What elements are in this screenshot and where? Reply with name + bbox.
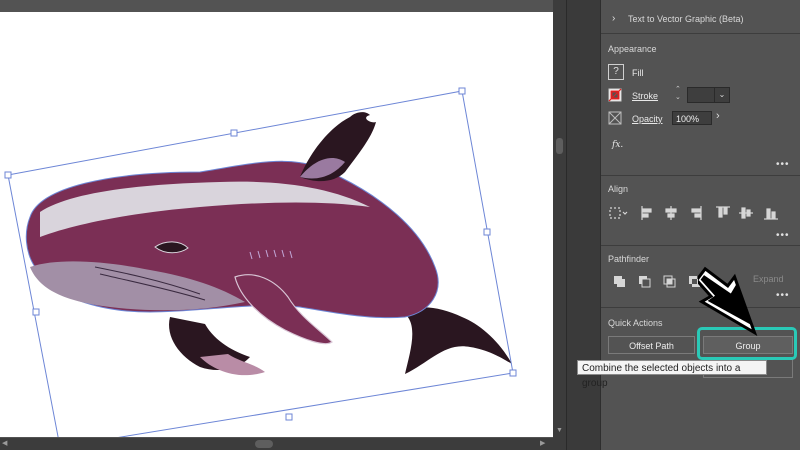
vertical-scrollbar[interactable]: ▼ xyxy=(553,0,566,438)
properties-panel: › Text to Vector Graphic (Beta) Appearan… xyxy=(600,0,800,450)
stroke-stepper-icon[interactable]: ⌃ ⌄ xyxy=(675,86,681,102)
scroll-left-arrow-icon[interactable]: ◀ xyxy=(2,440,7,448)
opacity-input[interactable]: 100% xyxy=(672,111,712,125)
opacity-label[interactable]: Opacity xyxy=(632,114,663,124)
stroke-label[interactable]: Stroke xyxy=(632,91,658,101)
pathfinder-more-icon[interactable]: ••• xyxy=(776,291,790,301)
align-horizontal-center-icon xyxy=(665,206,677,220)
unite-icon xyxy=(614,276,625,287)
pathfinder-title: Pathfinder xyxy=(608,254,650,264)
minus-front-icon xyxy=(639,276,651,288)
align-left-icon xyxy=(641,206,652,220)
fx-icon[interactable]: fx. xyxy=(612,140,623,150)
section-divider xyxy=(601,33,800,34)
stroke-weight-input[interactable] xyxy=(687,87,715,103)
align-right-icon xyxy=(691,206,702,220)
align-bottom-icon xyxy=(764,208,778,220)
chevron-down-icon[interactable]: ⌄ xyxy=(714,87,730,103)
text-to-vector-label[interactable]: Text to Vector Graphic (Beta) xyxy=(628,14,744,24)
align-more-icon[interactable]: ••• xyxy=(776,231,790,241)
group-tooltip: Combine the selected objects into a grou… xyxy=(577,360,767,389)
cursor-arrow-icon xyxy=(698,266,758,336)
offset-path-button[interactable]: Offset Path xyxy=(608,336,695,354)
scroll-right-arrow-icon[interactable]: ▶ xyxy=(540,440,545,448)
align-top-icon xyxy=(716,206,730,218)
stroke-swatch-icon[interactable] xyxy=(608,88,622,102)
appearance-more-icon[interactable]: ••• xyxy=(776,160,790,170)
fill-label: Fill xyxy=(632,68,644,78)
section-divider xyxy=(601,245,800,246)
opacity-icon[interactable] xyxy=(608,111,622,125)
question-icon[interactable]: ? xyxy=(608,64,624,80)
appearance-title: Appearance xyxy=(608,44,657,54)
scroll-down-arrow-icon[interactable]: ▼ xyxy=(556,427,563,435)
section-divider xyxy=(601,175,800,176)
align-icons[interactable] xyxy=(609,205,789,221)
pathfinder-icons[interactable] xyxy=(613,275,705,289)
intersect-icon xyxy=(663,275,676,288)
align-to-selection-icon xyxy=(609,207,628,219)
artboard[interactable] xyxy=(0,12,553,437)
chevron-right-icon[interactable]: › xyxy=(612,13,615,24)
vertical-scroll-thumb[interactable] xyxy=(556,138,563,154)
opacity-chevron-right-icon[interactable]: › xyxy=(716,110,720,122)
align-title: Align xyxy=(608,184,629,194)
align-vertical-center-icon xyxy=(739,207,753,219)
horizontal-scroll-thumb[interactable] xyxy=(255,440,273,448)
whale-artwork[interactable] xyxy=(0,12,553,437)
horizontal-scrollbar[interactable]: ◀ ▶ xyxy=(0,438,566,450)
quick-actions-title: Quick Actions xyxy=(608,318,663,328)
whale-tail xyxy=(402,307,512,374)
